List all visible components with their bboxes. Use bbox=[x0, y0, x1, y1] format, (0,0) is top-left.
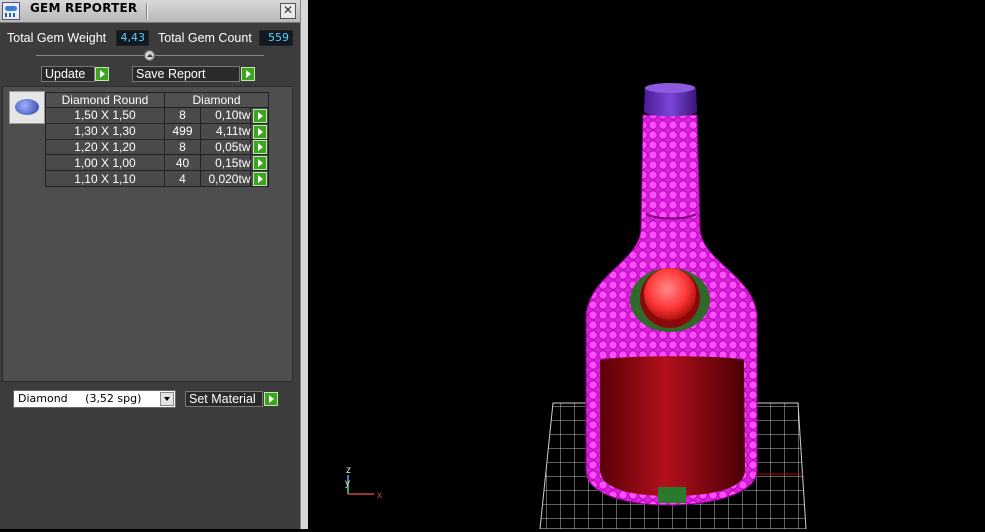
gem-weight: 4,11tw bbox=[200, 122, 252, 140]
gem-count: 8 bbox=[163, 138, 202, 156]
table-header-row: Diamond Round Diamond bbox=[45, 92, 269, 108]
table-row[interactable]: 1,10 X 1,10 4 0,020tw bbox=[45, 170, 269, 188]
green-arrow-icon[interactable] bbox=[264, 392, 278, 406]
save-report-button[interactable]: Save Report bbox=[132, 66, 240, 82]
update-button[interactable]: Update bbox=[41, 66, 95, 82]
gem-size: 1,30 X 1,30 bbox=[45, 122, 165, 140]
material-selected-value: Diamond (3,52 spg) bbox=[18, 392, 142, 405]
gem-count: 4 bbox=[163, 170, 202, 188]
column-header-shape: Diamond Round bbox=[45, 92, 165, 108]
diamond-round-icon[interactable] bbox=[9, 91, 45, 124]
gem-weight: 0,020tw bbox=[200, 170, 252, 188]
3d-viewport[interactable]: z y x bbox=[308, 0, 985, 530]
table-row[interactable]: 1,00 X 1,00 40 0,15tw bbox=[45, 154, 269, 172]
gem-weight: 0,15tw bbox=[200, 154, 252, 172]
total-gem-count-value: 559 bbox=[259, 30, 293, 46]
gem-size: 1,10 X 1,10 bbox=[45, 170, 165, 188]
gem-table: Diamond Round Diamond 1,50 X 1,50 8 0,10… bbox=[45, 92, 269, 188]
green-arrow-icon[interactable] bbox=[252, 124, 267, 139]
green-arrow-icon[interactable] bbox=[252, 140, 267, 155]
material-dropdown[interactable]: Diamond (3,52 spg) bbox=[13, 390, 176, 408]
axis-gizmo: z y x bbox=[345, 465, 382, 501]
axis-label-z: z bbox=[346, 465, 351, 476]
panel-splitter[interactable] bbox=[300, 0, 308, 529]
gem-size: 1,20 X 1,20 bbox=[45, 138, 165, 156]
green-arrow-icon[interactable] bbox=[95, 67, 109, 81]
axis-label-x: x bbox=[377, 490, 382, 501]
column-header-material: Diamond bbox=[164, 92, 269, 108]
gem-count: 40 bbox=[163, 154, 202, 172]
green-arrow-icon[interactable] bbox=[241, 67, 255, 81]
gem-count: 499 bbox=[163, 122, 202, 140]
gem-reporter-panel: GEM REPORTER ✕ Total Gem Weight 4,43 Tot… bbox=[0, 0, 300, 529]
green-arrow-icon[interactable] bbox=[252, 156, 267, 171]
bottle-model[interactable] bbox=[585, 83, 758, 506]
set-material-button[interactable]: Set Material bbox=[185, 391, 263, 407]
gem-reporter-app-icon bbox=[2, 2, 20, 20]
green-arrow-icon[interactable] bbox=[252, 108, 267, 123]
gem-count: 8 bbox=[163, 107, 202, 124]
total-gem-weight-label: Total Gem Weight bbox=[7, 31, 107, 45]
window-title: GEM REPORTER bbox=[30, 1, 138, 15]
gem-size: 1,00 X 1,00 bbox=[45, 154, 165, 172]
chevron-down-icon[interactable] bbox=[160, 392, 174, 406]
gem-weight: 0,05tw bbox=[200, 138, 252, 156]
title-bar: GEM REPORTER ✕ bbox=[0, 0, 300, 23]
gem-weight: 0,10tw bbox=[200, 107, 252, 124]
total-gem-weight-value: 4,43 bbox=[116, 30, 149, 46]
gem-size: 1,50 X 1,50 bbox=[45, 107, 165, 124]
green-arrow-icon[interactable] bbox=[252, 172, 267, 187]
table-row[interactable]: 1,30 X 1,30 499 4,11tw bbox=[45, 122, 269, 140]
scene-render[interactable]: z y x bbox=[308, 0, 985, 530]
splitter-handle[interactable] bbox=[144, 50, 155, 61]
close-button[interactable]: ✕ bbox=[280, 3, 296, 19]
axis-label-y: y bbox=[345, 478, 350, 489]
total-gem-count-label: Total Gem Count bbox=[158, 31, 252, 45]
table-row[interactable]: 1,50 X 1,50 8 0,10tw bbox=[45, 107, 269, 124]
title-separator bbox=[146, 3, 148, 20]
table-row[interactable]: 1,20 X 1,20 8 0,05tw bbox=[45, 138, 269, 156]
